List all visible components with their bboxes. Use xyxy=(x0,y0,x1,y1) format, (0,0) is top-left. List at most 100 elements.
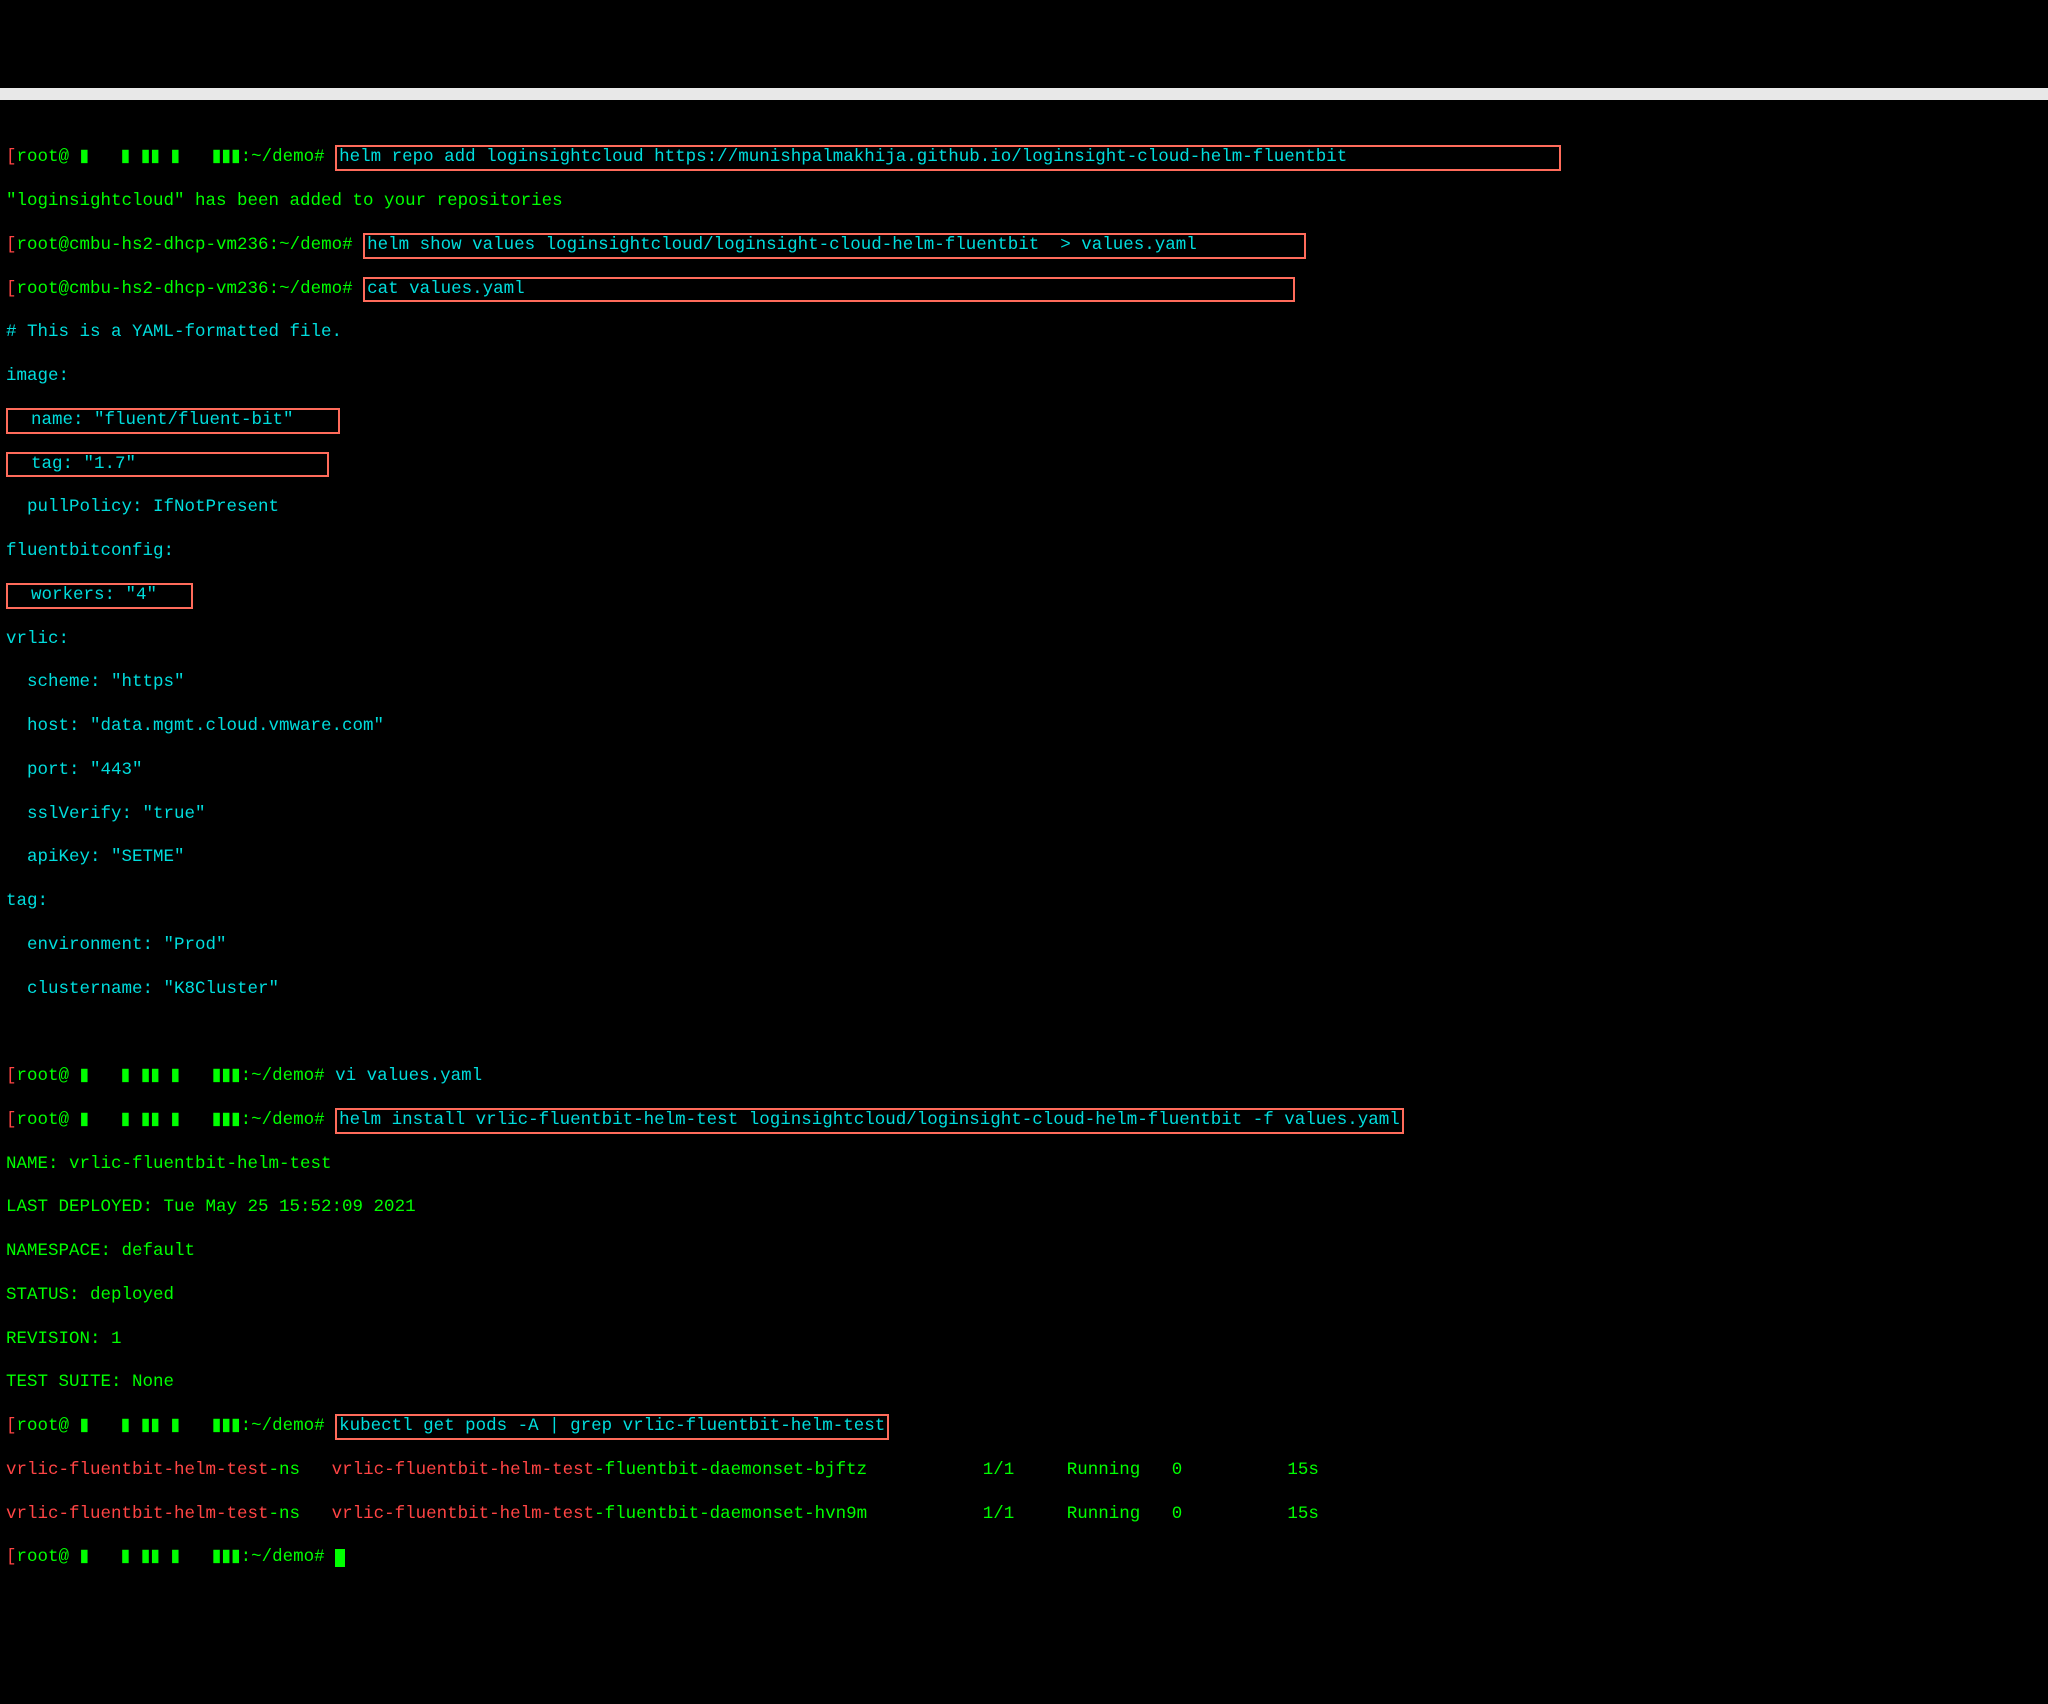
output-text: REVISION: 1 xyxy=(6,1329,122,1349)
command-text: helm show values loginsightcloud/loginsi… xyxy=(367,235,1197,255)
output-text: "loginsightcloud" has been added to your… xyxy=(6,191,563,211)
prompt-path: :~/demo# xyxy=(241,1416,325,1436)
terminal-line: NAMESPACE: default xyxy=(6,1241,2042,1263)
terminal-line: host: "data.mgmt.cloud.vmware.com" xyxy=(6,716,2042,738)
output-text: NAME: vrlic-fluentbit-helm-test xyxy=(6,1154,332,1174)
yaml-line: environment: "Prod" xyxy=(6,935,227,955)
pod-age: 15s xyxy=(1287,1504,1319,1524)
prompt-host-redacted: ▮ ▮ ▮▮ ▮ ▮▮▮ xyxy=(69,1110,241,1130)
pod-status: Running xyxy=(1067,1460,1141,1480)
prompt-user: root@ xyxy=(17,235,70,255)
prompt-host: cmbu-hs2-dhcp-vm236 xyxy=(69,235,269,255)
prompt-path: :~/demo# xyxy=(241,1110,325,1130)
yaml-line: apiKey: "SETME" xyxy=(6,847,185,867)
highlighted-yaml: name: "fluent/fluent-bit" xyxy=(6,408,340,434)
prompt-path: :~/demo# xyxy=(241,1066,325,1086)
terminal-line: sslVerify: "true" xyxy=(6,804,2042,826)
command-text: vi values.yaml xyxy=(335,1066,482,1086)
pod-name-prefix: vrlic-fluentbit-helm-test xyxy=(332,1460,595,1480)
terminal-line: clustername: "K8Cluster" xyxy=(6,979,2042,1001)
terminal-line: TEST SUITE: None xyxy=(6,1372,2042,1394)
terminal-line: [root@cmbu-hs2-dhcp-vm236:~/demo# helm s… xyxy=(6,235,2042,257)
prompt-user: root@ xyxy=(17,279,70,299)
yaml-comment: # This is a YAML-formatted file. xyxy=(6,322,342,342)
pod-name-prefix: vrlic-fluentbit-helm-test xyxy=(332,1504,595,1524)
pod-name-suffix: -fluentbit-daemonset-hvn9m xyxy=(594,1504,867,1524)
highlighted-command: helm repo add loginsightcloud https://mu… xyxy=(335,145,1561,171)
prompt-user: root@ xyxy=(17,147,70,167)
terminal-line: LAST DEPLOYED: Tue May 25 15:52:09 2021 xyxy=(6,1197,2042,1219)
prompt-user: root@ xyxy=(17,1416,70,1436)
pod-namespace: vrlic-fluentbit-helm-test xyxy=(6,1504,269,1524)
yaml-key: tag: xyxy=(6,891,48,911)
terminal-line: NAME: vrlic-fluentbit-helm-test xyxy=(6,1154,2042,1176)
terminal-line: [root@ ▮ ▮ ▮▮ ▮ ▮▮▮:~/demo# kubectl get … xyxy=(6,1416,2042,1438)
pod-row: vrlic-fluentbit-helm-test-ns vrlic-fluen… xyxy=(6,1504,2042,1526)
prompt-path: :~/demo# xyxy=(269,279,353,299)
terminal-line: "loginsightcloud" has been added to your… xyxy=(6,191,2042,213)
pod-ready: 1/1 xyxy=(983,1504,1015,1524)
terminal-line: [root@cmbu-hs2-dhcp-vm236:~/demo# cat va… xyxy=(6,279,2042,301)
terminal-line: apiKey: "SETME" xyxy=(6,847,2042,869)
pod-restarts: 0 xyxy=(1172,1504,1183,1524)
prompt-host-redacted: ▮ ▮ ▮▮ ▮ ▮▮▮ xyxy=(69,147,241,167)
prompt-user: root@ xyxy=(17,1066,70,1086)
terminal-line: tag: "1.7" xyxy=(6,454,2042,476)
terminal-line: vrlic: xyxy=(6,629,2042,651)
terminal-line: tag: xyxy=(6,891,2042,913)
prompt-host-redacted: ▮ ▮ ▮▮ ▮ ▮▮▮ xyxy=(69,1066,241,1086)
terminal-line xyxy=(6,1022,2042,1044)
terminal-line: [root@ ▮ ▮ ▮▮ ▮ ▮▮▮:~/demo# vi values.ya… xyxy=(6,1066,2042,1088)
window-title-bar xyxy=(0,88,2048,100)
terminal-line: [root@ ▮ ▮ ▮▮ ▮ ▮▮▮:~/demo# xyxy=(6,1547,2042,1569)
yaml-key: vrlic: xyxy=(6,629,69,649)
terminal-output[interactable]: [root@ ▮ ▮ ▮▮ ▮ ▮▮▮:~/demo# helm repo ad… xyxy=(0,121,2048,1595)
yaml-key: image: xyxy=(6,366,69,386)
yaml-line: host: "data.mgmt.cloud.vmware.com" xyxy=(6,716,384,736)
output-text: STATUS: deployed xyxy=(6,1285,174,1305)
pod-row: vrlic-fluentbit-helm-test-ns vrlic-fluen… xyxy=(6,1460,2042,1482)
prompt-path: :~/demo# xyxy=(269,235,353,255)
command-text: kubectl get pods -A | grep vrlic-fluentb… xyxy=(339,1416,885,1436)
terminal-line: workers: "4" xyxy=(6,585,2042,607)
pod-ready: 1/1 xyxy=(983,1460,1015,1480)
terminal-line: fluentbitconfig: xyxy=(6,541,2042,563)
output-text: NAMESPACE: default xyxy=(6,1241,195,1261)
terminal-line: environment: "Prod" xyxy=(6,935,2042,957)
output-text: LAST DEPLOYED: Tue May 25 15:52:09 2021 xyxy=(6,1197,416,1217)
yaml-key: fluentbitconfig: xyxy=(6,541,174,561)
yaml-line: sslVerify: "true" xyxy=(6,804,206,824)
yaml-line: clustername: "K8Cluster" xyxy=(6,979,279,999)
output-text: TEST SUITE: None xyxy=(6,1372,174,1392)
command-text: helm repo add loginsightcloud https://mu… xyxy=(339,147,1347,167)
prompt-user: root@ xyxy=(17,1110,70,1130)
pod-age: 15s xyxy=(1287,1460,1319,1480)
command-text: cat values.yaml xyxy=(367,279,525,299)
prompt-host: cmbu-hs2-dhcp-vm236 xyxy=(69,279,269,299)
yaml-line: port: "443" xyxy=(6,760,143,780)
prompt-path: :~/demo# xyxy=(241,1547,325,1567)
pod-namespace-suffix: -ns xyxy=(269,1504,301,1524)
highlighted-command: kubectl get pods -A | grep vrlic-fluentb… xyxy=(335,1414,889,1440)
terminal-line: image: xyxy=(6,366,2042,388)
prompt-host-redacted: ▮ ▮ ▮▮ ▮ ▮▮▮ xyxy=(69,1416,241,1436)
highlighted-command: helm show values loginsightcloud/loginsi… xyxy=(363,233,1306,259)
yaml-line: name: "fluent/fluent-bit" xyxy=(10,410,294,430)
yaml-line: tag: "1.7" xyxy=(10,454,136,474)
highlighted-yaml: tag: "1.7" xyxy=(6,452,329,478)
terminal-line: STATUS: deployed xyxy=(6,1285,2042,1307)
highlighted-command: helm install vrlic-fluentbit-helm-test l… xyxy=(335,1108,1404,1134)
pod-restarts: 0 xyxy=(1172,1460,1183,1480)
yaml-line: scheme: "https" xyxy=(6,672,185,692)
prompt-host-redacted: ▮ ▮ ▮▮ ▮ ▮▮▮ xyxy=(69,1547,241,1567)
prompt-path: :~/demo# xyxy=(241,147,325,167)
terminal-line: name: "fluent/fluent-bit" xyxy=(6,410,2042,432)
terminal-line: port: "443" xyxy=(6,760,2042,782)
terminal-line: [root@ ▮ ▮ ▮▮ ▮ ▮▮▮:~/demo# helm install… xyxy=(6,1110,2042,1132)
terminal-line: # This is a YAML-formatted file. xyxy=(6,322,2042,344)
prompt-user: root@ xyxy=(17,1547,70,1567)
pod-name-suffix: -fluentbit-daemonset-bjftz xyxy=(594,1460,867,1480)
terminal-line: pullPolicy: IfNotPresent xyxy=(6,497,2042,519)
pod-status: Running xyxy=(1067,1504,1141,1524)
terminal-cursor[interactable] xyxy=(335,1549,345,1567)
